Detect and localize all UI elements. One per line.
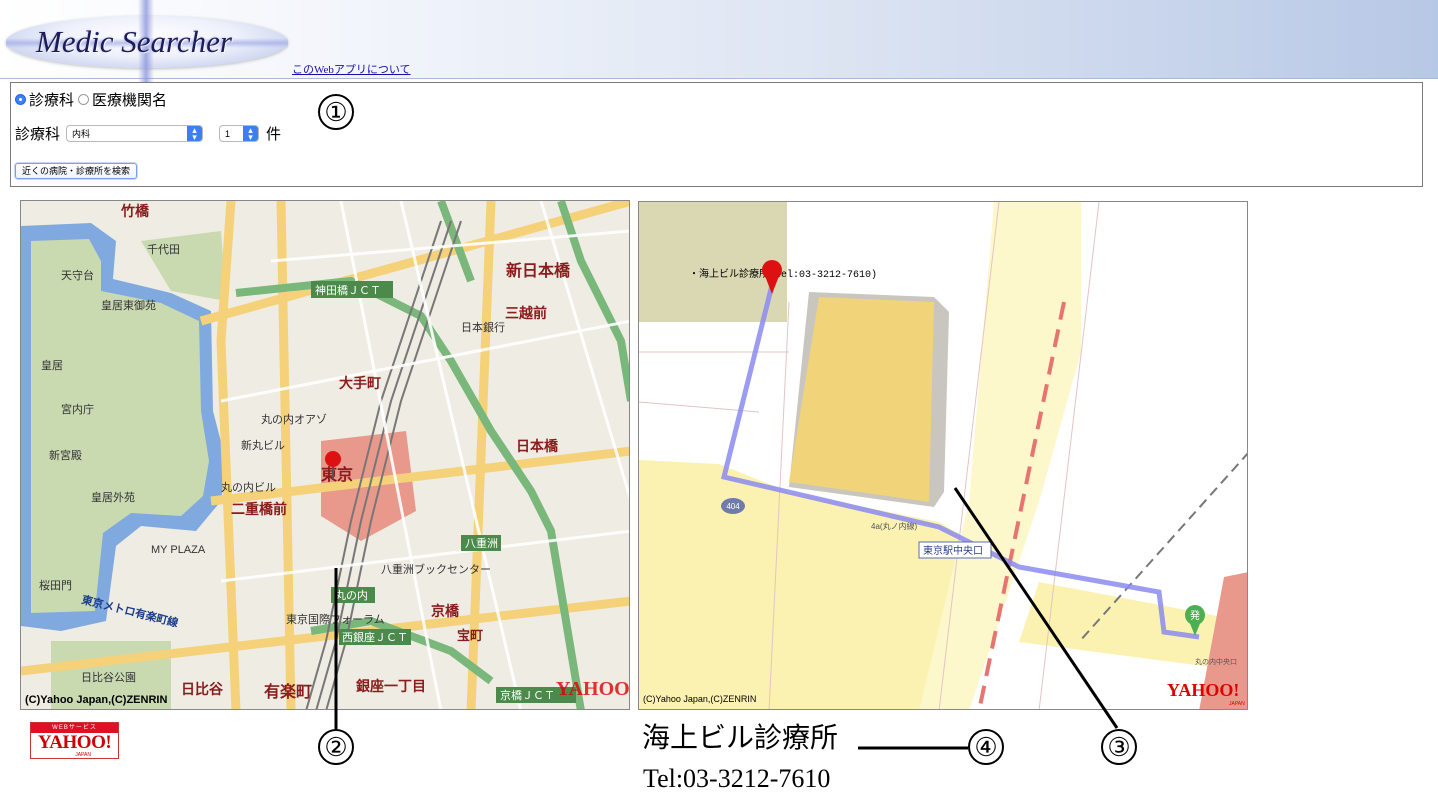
label-kokyo: 皇居 — [41, 358, 63, 372]
callout-1: ① — [318, 94, 354, 130]
label-chiyoda: 千代田 — [147, 243, 180, 256]
route-number-label: 404 — [726, 502, 740, 511]
label-hibiya: 日比谷 — [181, 681, 224, 697]
exit-label: 東京駅中央口 — [923, 544, 983, 557]
label-sakuradamon: 桜田門 — [39, 578, 72, 592]
label-nihonbashi: 日本橋 — [516, 438, 559, 454]
count-unit-label: 件 — [266, 127, 282, 143]
count-select[interactable]: 1 ▴ ▾ — [219, 125, 260, 142]
radio-institution-name-label[interactable]: 医療機関名 — [92, 89, 167, 110]
label-nishiginza-jct: 西銀座ＪＣＴ — [342, 630, 408, 644]
label-tokyo-forum: 東京国際フォーラム — [286, 612, 385, 626]
callout-2: ② — [318, 729, 354, 765]
label-otemachi: 大手町 — [339, 375, 381, 391]
yahoo-badge-sub: JAPAN — [75, 752, 91, 758]
detail-route-map[interactable]: ・海上ビル診療所(tel:03-3212-7610) 発 404 4a(丸ノ内線… — [638, 201, 1248, 710]
label-shin-maru: 新丸ビル — [241, 438, 285, 452]
label-takaracho: 宝町 — [457, 628, 483, 643]
department-select-value: 内科 — [72, 129, 91, 139]
clinic-map-label: ・海上ビル診療所(tel:03-3212-7610) — [689, 267, 877, 281]
label-kokyo-higashi: 皇居東御苑 — [101, 298, 156, 312]
radio-department-label[interactable]: 診療科 — [29, 89, 74, 110]
department-label: 診療科 — [15, 127, 61, 143]
detail-map-yahoo-sub: JAPAN — [1229, 701, 1245, 707]
label-marunouchi: 丸の内 — [335, 588, 368, 602]
detail-map-yahoo-logo: YAHOO! — [1167, 680, 1239, 700]
chevron-updown-icon: ▴ ▾ — [243, 126, 259, 142]
label-shin-nihonbashi: 新日本橋 — [506, 261, 571, 280]
label-yaesu-book: 八重洲ブックセンター — [381, 562, 491, 576]
label-nihon-ginko: 日本銀行 — [461, 320, 505, 334]
app-header: Medic Searcher このWebアプリについて — [0, 0, 1438, 84]
bottom-right-label: 丸の内中央口 — [1195, 657, 1237, 666]
app-logo-text: Medic Searcher — [36, 24, 232, 59]
label-oazo: 丸の内オアゾ — [261, 412, 327, 426]
callout-4: ④ — [968, 729, 1004, 765]
yahoo-web-services-badge[interactable]: WEBサービス YAHOO! JAPAN — [30, 722, 119, 759]
chevron-updown-icon: ▴ ▾ — [187, 126, 203, 142]
label-hibiya-koen: 日比谷公園 — [81, 671, 136, 684]
department-row: 診療科 内科 ▴ ▾ 1 ▴ ▾ 件 — [15, 123, 281, 144]
label-mitsukoshimae: 三越前 — [505, 305, 547, 321]
label-yaesu: 八重洲 — [465, 536, 498, 550]
label-my-plaza: MY PLAZA — [151, 544, 206, 556]
label-kunaicho: 宮内庁 — [61, 402, 94, 416]
label-kyobashi: 京橋 — [431, 603, 460, 619]
label-yurakucho: 有楽町 — [264, 682, 312, 701]
yahoo-badge-word: YAHOO! — [37, 732, 112, 753]
label-maru-biru: 丸の内ビル — [221, 480, 276, 494]
radio-institution-name[interactable] — [78, 94, 90, 105]
label-kokyo-gaien: 皇居外苑 — [91, 490, 135, 504]
lane-label: 4a(丸ノ内線) — [871, 521, 918, 531]
count-select-value: 1 — [225, 129, 231, 139]
about-link[interactable]: このWebアプリについて — [292, 61, 411, 77]
label-kyobashi-jct: 京橋ＪＣＴ — [500, 688, 555, 702]
search-mode-radio-group: 診療科 医療機関名 — [15, 89, 171, 110]
label-ginza-itchome: 銀座一丁目 — [356, 678, 426, 694]
result-clinic-name: 海上ビル診療所 — [642, 723, 839, 754]
label-kanda-jct: 神田橋ＪＣＴ — [315, 283, 381, 297]
result-clinic-tel: Tel:03-3212-7610 — [643, 764, 831, 793]
label-tokyo: 東京 — [321, 465, 353, 484]
department-select[interactable]: 内科 ▴ ▾ — [66, 125, 204, 142]
label-tenshudai: 天守台 — [61, 268, 94, 282]
app-logo: Medic Searcher — [6, 0, 288, 84]
callout-3: ③ — [1101, 729, 1137, 765]
label-nijubashimae: 二重橋前 — [231, 501, 287, 517]
overview-map-yahoo-logo: YAHOO! — [556, 678, 630, 700]
start-marker-label: 発 — [1190, 609, 1200, 622]
label-takebashi: 竹橋 — [120, 203, 150, 219]
detail-map-copyright: (C)Yahoo Japan,(C)ZENRIN — [643, 694, 756, 704]
label-shin-kyuden: 新宮殿 — [49, 448, 82, 462]
search-nearby-button[interactable]: 近くの病院・診療所を検索 — [15, 163, 138, 179]
overview-map-copyright: (C)Yahoo Japan,(C)ZENRIN — [25, 694, 167, 706]
search-form-panel: 診療科 医療機関名 診療科 内科 ▴ ▾ 1 ▴ ▾ 件 近くの病院・診療所を検索 — [10, 82, 1423, 187]
radio-department[interactable] — [15, 94, 26, 105]
overview-map[interactable]: 東京 新日本橋 三越前 大手町 日本橋 二重橋前 有楽町 京橋 日比谷 銀座一丁… — [20, 200, 630, 710]
